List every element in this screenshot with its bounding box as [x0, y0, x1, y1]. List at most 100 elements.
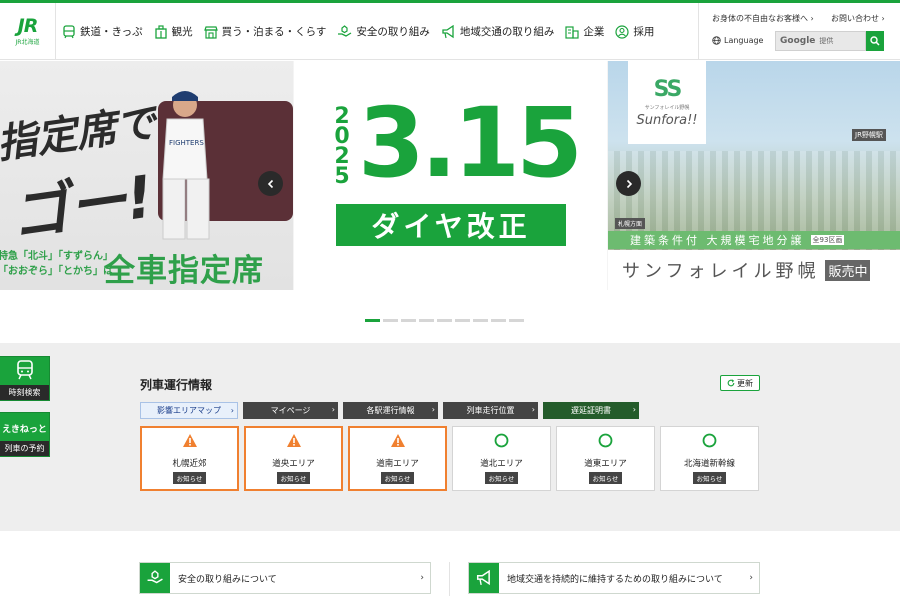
station-tag: JR野幌駅: [852, 129, 886, 141]
sunfora-logo-small: サンフォレイル野幌: [644, 105, 690, 111]
nav-item-recruit[interactable]: 採用: [615, 24, 654, 39]
hero-carousel: FIGHTERS 指定席で ゴー! 特急「北斗」「すずらん」 「おおぞら」「とか…: [0, 61, 900, 290]
banner-divider: [449, 562, 450, 596]
tab-my-page[interactable]: マイページ ›: [243, 402, 338, 419]
notice-button[interactable]: お知らせ: [692, 472, 727, 484]
logo-subtitle: JR北海道: [15, 39, 40, 46]
banner-icon-box: [140, 563, 170, 593]
regional-transport-banner[interactable]: 地域交通を持続的に維持するための取り組みについて ›: [468, 562, 760, 594]
revision-year-text: 2025: [334, 104, 350, 189]
notice-button[interactable]: お知らせ: [276, 472, 311, 484]
carousel-prev-button[interactable]: [258, 171, 283, 196]
nav-label-regional-transport: 地域交通の取り組み: [459, 26, 555, 38]
accessibility-link[interactable]: お身体の不自由なお客様へ ›: [712, 13, 814, 24]
shop-icon: [203, 25, 218, 39]
train-info-title: 列車運行情報: [140, 378, 213, 392]
area-card[interactable]: 北海道新幹線 お知らせ: [660, 426, 759, 491]
chevron-right-icon: ›: [420, 573, 424, 583]
area-card[interactable]: 道央エリア お知らせ: [244, 426, 343, 491]
refresh-button[interactable]: 更新: [720, 375, 760, 391]
google-logo: Google: [780, 36, 816, 46]
main-nav: 鉄道・きっぷ 観光 買う・泊まる・くらす 安全の取り組み 地域交通の取り組み 企…: [62, 3, 665, 60]
tab-area-map-label: 影響エリアマップ: [157, 406, 221, 415]
carousel-dot[interactable]: [365, 319, 380, 322]
warning-icon: [390, 434, 405, 447]
chevron-right-icon: ›: [331, 405, 335, 414]
globe-icon: [712, 36, 721, 45]
on-sale-badge: 販売中: [825, 259, 871, 281]
warning-icon: [286, 434, 301, 447]
tab-train-location[interactable]: 列車走行位置 ›: [443, 402, 538, 419]
notice-button[interactable]: お知らせ: [588, 472, 623, 484]
slide-sunforail-nopporo[interactable]: SS サンフォレイル野幌 Sunfora!! JR野幌駅 札幌方面 建築条件付 …: [608, 61, 900, 290]
notice-button[interactable]: お知らせ: [484, 472, 519, 484]
slide-trains-line-1: 特急「北斗」「すずらん」: [0, 251, 113, 262]
search-button[interactable]: [866, 31, 884, 51]
banner-icon-box: [469, 563, 499, 593]
search-placeholder: 提供: [819, 37, 834, 45]
area-name: 道北エリア: [480, 459, 523, 469]
lot-sale-text: 建築条件付 大規模宅地分譲: [630, 234, 805, 247]
chevron-right-icon: ›: [810, 14, 814, 23]
area-name: 北海道新幹線: [683, 459, 735, 469]
safety-banner[interactable]: 安全の取り組みについて ›: [139, 562, 431, 594]
timetable-search-label: 時刻検索: [0, 385, 49, 400]
nav-item-corporate[interactable]: 企業: [565, 24, 604, 39]
carousel-dot[interactable]: [491, 319, 506, 322]
chevron-right-icon: ›: [531, 405, 535, 414]
svg-text:FIGHTERS: FIGHTERS: [169, 139, 204, 147]
carousel-dot[interactable]: [437, 319, 452, 322]
language-link[interactable]: Language: [712, 36, 763, 45]
area-card[interactable]: 札幌近郊 お知らせ: [140, 426, 239, 491]
slide-reserved-seats[interactable]: FIGHTERS 指定席で ゴー! 特急「北斗」「すずらん」 「おおぞら」「とか…: [0, 61, 293, 290]
refresh-label: 更新: [737, 378, 753, 388]
normal-status-icon: [598, 433, 613, 448]
lot-count-badge: 全93区画: [810, 235, 845, 245]
revision-date: 3.15: [358, 87, 583, 199]
nav-item-safety[interactable]: 安全の取り組み: [337, 24, 430, 39]
tab-station-info[interactable]: 各駅運行情報 ›: [343, 402, 438, 419]
tab-area-map[interactable]: 影響エリアマップ ›: [140, 402, 238, 419]
area-card[interactable]: 道北エリア お知らせ: [452, 426, 551, 491]
carousel-dot[interactable]: [383, 319, 398, 322]
train-info-tabs: 影響エリアマップ › マイページ › 各駅運行情報 › 列車走行位置 › 遅延証明書 ›: [140, 402, 644, 419]
sunfora-logo: SS サンフォレイル野幌 Sunfora!!: [628, 61, 706, 144]
chevron-right-icon: ›: [431, 405, 435, 414]
nav-label-shop-stay-live: 買う・泊まる・くらす: [221, 26, 327, 38]
site-header: JR JR北海道 鉄道・きっぷ 観光 買う・泊まる・くらす 安全の取り組み 地域…: [0, 3, 900, 60]
revision-year: 2025: [334, 104, 350, 189]
carousel-next-button[interactable]: [616, 171, 641, 196]
nav-item-shop-stay-live[interactable]: 買う・泊まる・くらす: [203, 24, 327, 39]
contact-link[interactable]: お問い合わせ ›: [831, 13, 885, 24]
chevron-right-icon: ›: [230, 406, 234, 415]
train-reservation-tab[interactable]: えきねっと 列車の予約: [0, 412, 50, 457]
search-input[interactable]: Google 提供: [775, 31, 866, 51]
area-card[interactable]: 道南エリア お知らせ: [348, 426, 447, 491]
nav-item-railway[interactable]: 鉄道・きっぷ: [62, 24, 143, 39]
jr-hokkaido-logo[interactable]: JR JR北海道: [0, 3, 56, 60]
contact-link-label: お問い合わせ: [831, 14, 879, 23]
area-card[interactable]: 道東エリア お知らせ: [556, 426, 655, 491]
notice-button[interactable]: お知らせ: [172, 472, 207, 484]
train-reservation-label: 列車の予約: [0, 441, 49, 456]
carousel-dot[interactable]: [473, 319, 488, 322]
refresh-icon: [727, 379, 735, 387]
area-status-cards: 札幌近郊 お知らせ 道央エリア お知らせ 道南エリア お知らせ 道北エリア お知らせ 道東エリア…: [140, 426, 764, 491]
carousel-dot[interactable]: [419, 319, 434, 322]
timetable-search-tab[interactable]: 時刻検索: [0, 356, 50, 401]
nav-item-regional-transport[interactable]: 地域交通の取り組み: [441, 24, 555, 39]
nav-item-tourism[interactable]: 観光: [154, 24, 193, 39]
logo-mark: JR: [17, 15, 39, 37]
nav-label-railway: 鉄道・きっぷ: [80, 26, 143, 38]
chevron-left-icon: [267, 179, 273, 188]
chevron-right-icon: ›: [881, 14, 885, 23]
area-name: 札幌近郊: [172, 459, 207, 469]
nav-label-tourism: 観光: [171, 26, 193, 38]
notice-button[interactable]: お知らせ: [380, 472, 415, 484]
person-icon: [615, 24, 629, 39]
carousel-dot[interactable]: [509, 319, 524, 322]
tab-delay-certificate[interactable]: 遅延証明書 ›: [543, 402, 639, 419]
carousel-dot[interactable]: [401, 319, 416, 322]
carousel-dot[interactable]: [455, 319, 470, 322]
slide-timetable-revision[interactable]: 2025 3.15 ダイヤ改正: [294, 61, 607, 290]
